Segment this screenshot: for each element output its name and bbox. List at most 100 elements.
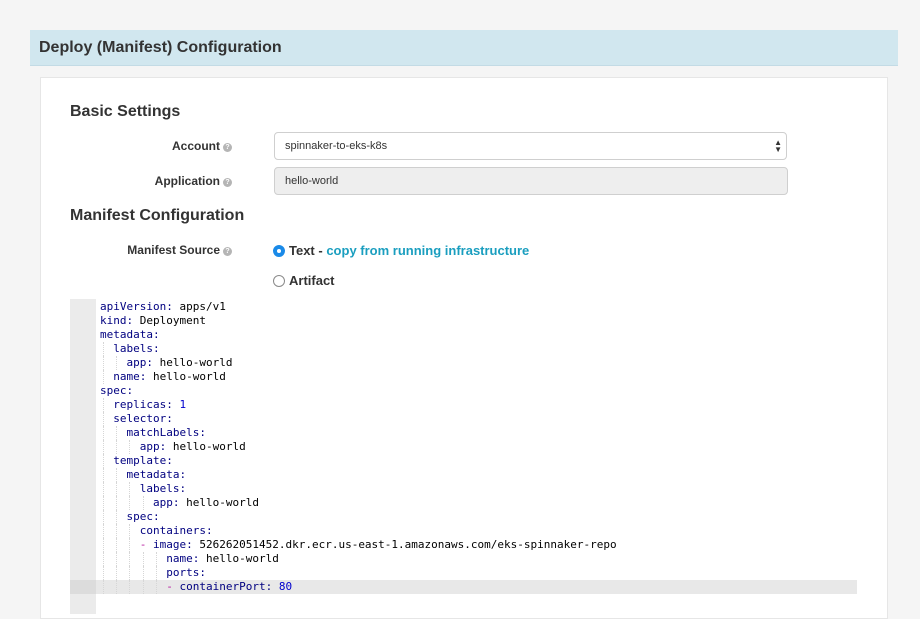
application-label: Application? — [62, 174, 232, 188]
code-key: app: — [126, 356, 154, 369]
code-line: ports: — [100, 566, 617, 580]
code-line: labels: — [100, 342, 617, 356]
account-label: Account? — [62, 139, 232, 153]
artifact-source-radio[interactable] — [273, 275, 285, 287]
application-value: hello-world — [285, 175, 339, 187]
code-value: hello-world — [153, 356, 233, 369]
code-key: containerPort: — [179, 580, 273, 593]
editor-active-gutter — [70, 580, 96, 594]
code-line: containers: — [100, 524, 617, 538]
manifest-configuration-title: Manifest Configuration — [70, 207, 245, 224]
text-source-separator: - — [314, 243, 327, 258]
code-key: spec: — [100, 384, 134, 397]
code-key: spec: — [126, 510, 160, 523]
editor-code[interactable]: apiVersion: apps/v1 kind: Deployment metad… — [100, 300, 617, 594]
basic-settings-title: Basic Settings — [70, 103, 181, 120]
code-line: labels: — [100, 482, 617, 496]
code-value: hello-world — [146, 370, 226, 383]
select-arrows-icon: ▲ ▼ — [774, 138, 782, 154]
code-value: 1 — [172, 398, 187, 411]
code-key: name: — [113, 370, 147, 383]
code-line: metadata: — [100, 468, 617, 482]
code-line: matchLabels: — [100, 426, 617, 440]
code-key: selector: — [113, 412, 173, 425]
question-circle-icon[interactable]: ? — [223, 143, 232, 152]
code-line: selector: — [100, 412, 617, 426]
code-list-dash: - — [166, 580, 180, 593]
account-label-text: Account — [172, 139, 220, 153]
account-select-value: spinnaker-to-eks-k8s — [285, 140, 388, 152]
text-source-label[interactable]: Text — [289, 243, 315, 258]
code-value: hello-world — [166, 440, 246, 453]
code-line: apiVersion: apps/v1 — [100, 300, 617, 314]
code-line: metadata: — [100, 328, 617, 342]
code-list-dash: - — [139, 538, 153, 551]
code-key: app: — [139, 440, 167, 453]
code-key: app: — [152, 496, 180, 509]
code-line: name: hello-world — [100, 370, 617, 384]
code-key: image: — [153, 538, 193, 551]
code-key: template: — [113, 454, 173, 467]
code-key: metadata: — [100, 328, 160, 341]
code-value: Deployment — [133, 314, 206, 327]
code-line: app: hello-world — [100, 440, 617, 454]
question-circle-icon[interactable]: ? — [223, 178, 232, 187]
text-source-option: Text - copy from running infrastructure — [289, 243, 529, 258]
copy-from-running-infrastructure-link[interactable]: copy from running infrastructure — [326, 243, 529, 258]
manifest-source-label-text: Manifest Source — [127, 243, 220, 257]
question-circle-icon[interactable]: ? — [223, 247, 232, 256]
code-key: name: — [166, 552, 200, 565]
code-key: replicas: — [113, 398, 173, 411]
code-line: - image: 526262051452.dkr.ecr.us-east-1.… — [100, 538, 617, 552]
code-key: ports: — [166, 566, 206, 579]
code-value: 80 — [272, 580, 293, 593]
code-key: labels: — [113, 342, 160, 355]
text-source-radio[interactable] — [273, 245, 285, 257]
code-key: metadata: — [126, 468, 187, 481]
code-line: kind: Deployment — [100, 314, 617, 328]
code-line: template: — [100, 454, 617, 468]
artifact-source-label[interactable]: Artifact — [289, 273, 335, 288]
code-line: replicas: 1 — [100, 398, 617, 412]
manifest-source-label: Manifest Source? — [62, 243, 232, 257]
code-line: app: hello-world — [100, 356, 617, 370]
stage-config-header: Deploy (Manifest) Configuration — [30, 30, 898, 66]
application-field: hello-world — [274, 167, 788, 195]
code-key: matchLabels: — [126, 426, 206, 439]
code-value: 526262051452.dkr.ecr.us-east-1.amazonaws… — [192, 538, 617, 551]
code-value: apps/v1 — [172, 300, 226, 313]
page-title: Deploy (Manifest) Configuration — [39, 39, 282, 56]
application-label-text: Application — [154, 174, 220, 188]
code-key: kind: — [100, 314, 134, 327]
code-key: containers: — [139, 524, 213, 537]
editor-gutter — [70, 299, 96, 614]
code-key: apiVersion: — [100, 300, 173, 313]
account-select[interactable]: spinnaker-to-eks-k8s ▲ ▼ — [274, 132, 787, 160]
code-line: app: hello-world — [100, 496, 617, 510]
code-line: spec: — [100, 510, 617, 524]
code-line: spec: — [100, 384, 617, 398]
code-line: - containerPort: 80 — [100, 580, 617, 594]
code-line: name: hello-world — [100, 552, 617, 566]
manifest-text-editor[interactable]: apiVersion: apps/v1 kind: Deployment metad… — [70, 299, 857, 614]
code-value: hello-world — [179, 496, 259, 509]
code-key: labels: — [139, 482, 187, 495]
code-value: hello-world — [199, 552, 279, 565]
